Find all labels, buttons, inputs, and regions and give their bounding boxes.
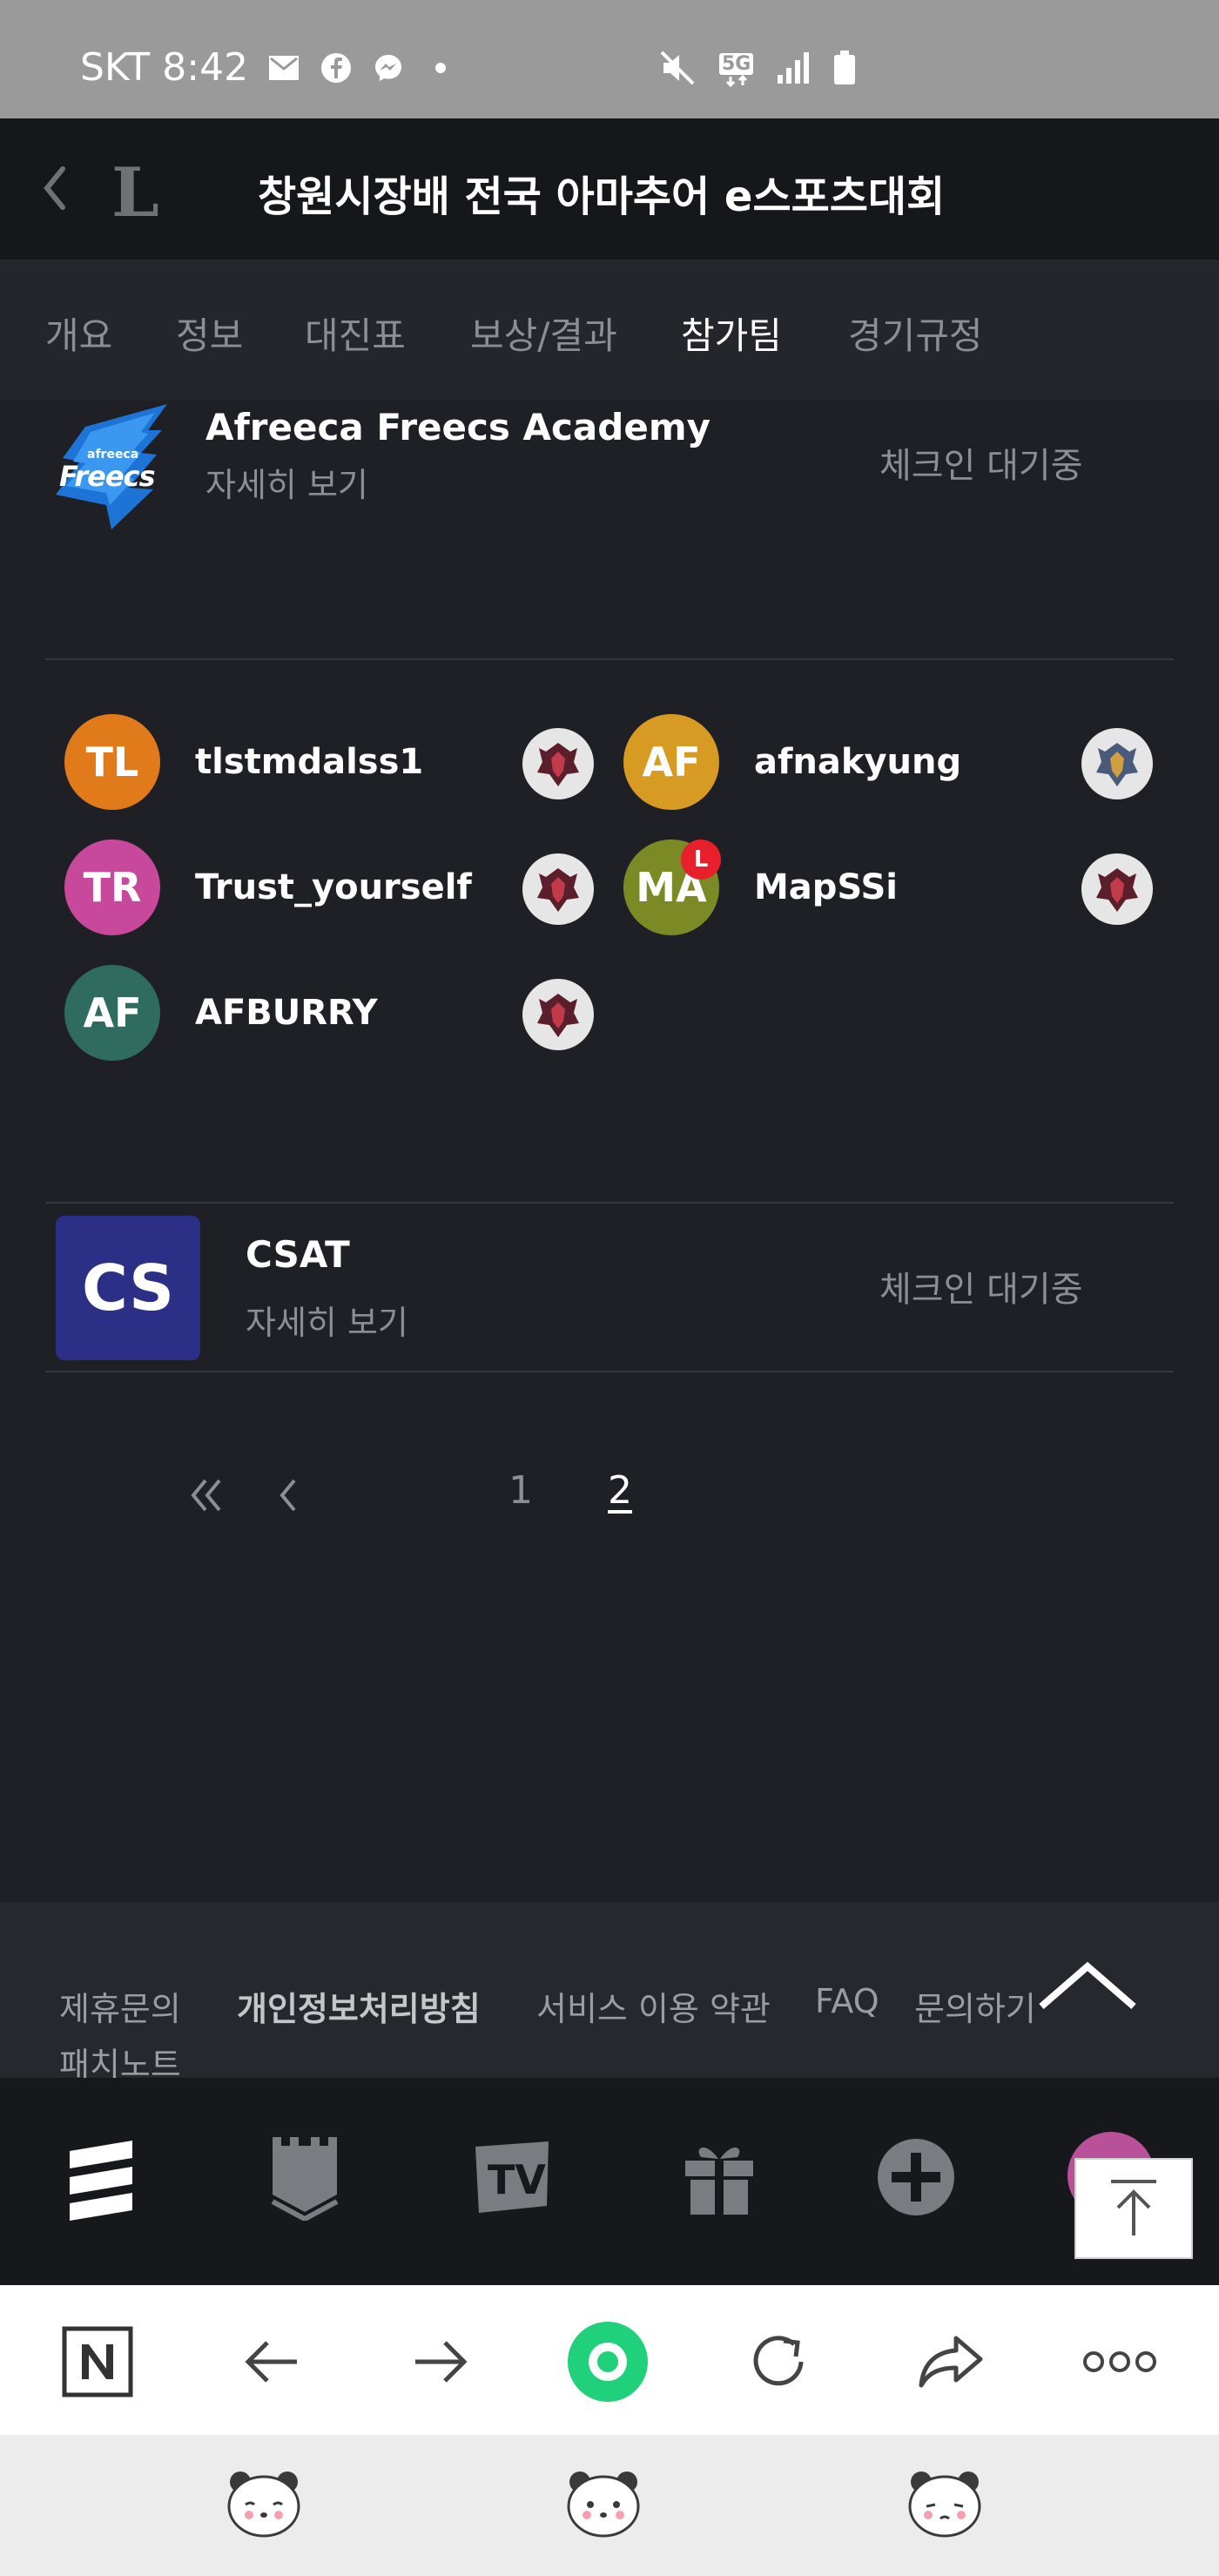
reload-icon[interactable]	[737, 2320, 820, 2404]
rank-emblem-icon	[522, 728, 594, 799]
rank-emblem-icon	[1081, 853, 1153, 925]
messenger-icon	[372, 51, 405, 84]
avatar[interactable]: AF	[64, 965, 160, 1061]
afreeca-freecs-logo[interactable]: afreeca Freecs	[51, 401, 176, 529]
member-name[interactable]: tlstmdalss1	[195, 742, 423, 782]
avatar[interactable]: AF	[623, 714, 719, 810]
forward-arrow-icon[interactable]	[399, 2320, 482, 2404]
notification-dot-icon	[424, 51, 457, 84]
footer-link-partnership[interactable]: 제휴문의	[59, 1982, 181, 2030]
facebook-icon	[320, 51, 353, 84]
page-1[interactable]: 1	[508, 1468, 533, 1513]
member-name[interactable]: AFBURRY	[195, 993, 378, 1033]
footer-link-contact[interactable]: 문의하기	[914, 1982, 1036, 2030]
svg-text:TV: TV	[488, 2156, 546, 2203]
home-circle-icon[interactable]	[566, 2320, 650, 2404]
team-name[interactable]: CSAT	[246, 1233, 350, 1276]
tab-overview[interactable]: 개요	[45, 307, 112, 360]
page-title: 창원시장배 전국 아마추어 e스포츠대회	[258, 172, 946, 221]
csat-logo[interactable]: CS	[56, 1216, 200, 1360]
prev-page-icon[interactable]	[275, 1475, 301, 1519]
team-detail-link[interactable]: 자세히 보기	[205, 458, 368, 506]
chevron-up-icon[interactable]	[1036, 1959, 1139, 2012]
member-name[interactable]: afnakyung	[754, 742, 961, 782]
tab-teams[interactable]: 참가팀	[681, 307, 782, 360]
rank-emblem-icon	[1081, 728, 1153, 799]
team-status: 체크인 대기중	[879, 1270, 1083, 1310]
app-header: L 창원시장배 전국 아마추어 e스포츠대회	[0, 118, 1219, 260]
avatar[interactable]: TL	[64, 714, 160, 810]
tab-bracket[interactable]: 대진표	[305, 307, 406, 360]
app-bottom-nav	[0, 2078, 1219, 2285]
add-icon[interactable]	[874, 2134, 958, 2221]
divider	[45, 1202, 1174, 1204]
page-2[interactable]: 2	[608, 1468, 632, 1513]
home-panda-icon[interactable]	[564, 2466, 643, 2539]
battery-icon	[833, 51, 856, 89]
signal-icon	[776, 51, 811, 89]
team-name[interactable]: Afreeca Freecs Academy	[205, 406, 711, 448]
share-icon[interactable]	[909, 2320, 993, 2404]
tab-info[interactable]: 정보	[176, 307, 243, 360]
clan-badge-icon[interactable]	[263, 2134, 347, 2221]
carrier-label: SKT	[80, 45, 151, 90]
menu-icon[interactable]	[59, 2134, 143, 2221]
team-detail-link[interactable]: 자세히 보기	[246, 1296, 408, 1344]
first-page-icon[interactable]	[186, 1475, 226, 1519]
tv-icon[interactable]: TV	[470, 2134, 554, 2221]
divider	[45, 658, 1174, 660]
afreeca-logo-main-text: Freecs	[59, 460, 156, 493]
back-arrow-icon[interactable]	[230, 2320, 313, 2404]
league-logo[interactable]: L	[111, 153, 159, 233]
tab-rewards-results[interactable]: 보상/결과	[470, 307, 617, 360]
avatar[interactable]: TR	[64, 840, 160, 935]
mail-icon	[267, 51, 300, 84]
member-name[interactable]: Trust_yourself	[195, 867, 472, 907]
footer-link-faq[interactable]: FAQ	[815, 1982, 879, 2020]
recent-apps-panda-icon[interactable]	[225, 2466, 303, 2539]
clock: 8:42	[162, 45, 249, 90]
footer-link-terms[interactable]: 서비스 이용 약관	[536, 1982, 771, 2030]
tab-bar: 개요 정보 대진표 보상/결과 참가팀 경기규정	[0, 260, 1219, 401]
member-name[interactable]: MapSSi	[754, 867, 898, 907]
rank-emblem-icon	[522, 853, 594, 925]
back-button[interactable]	[37, 160, 71, 216]
footer-link-privacy[interactable]: 개인정보처리방침	[237, 1982, 481, 2030]
tab-rules[interactable]: 경기규정	[848, 307, 983, 360]
more-icon[interactable]	[1078, 2320, 1162, 2404]
team-status: 체크인 대기중	[879, 446, 1083, 486]
network-type-icon: 5G	[719, 52, 754, 87]
naver-n-icon[interactable]	[56, 2320, 139, 2404]
gift-icon[interactable]	[677, 2134, 761, 2221]
rank-emblem-icon	[522, 979, 594, 1050]
status-bar: SKT 8:42 5G	[0, 0, 1219, 118]
back-panda-icon[interactable]	[906, 2466, 984, 2539]
mute-icon	[658, 49, 697, 91]
scroll-to-top-button[interactable]	[1074, 2158, 1193, 2259]
leader-badge: L	[681, 840, 721, 880]
divider	[45, 1371, 1174, 1372]
